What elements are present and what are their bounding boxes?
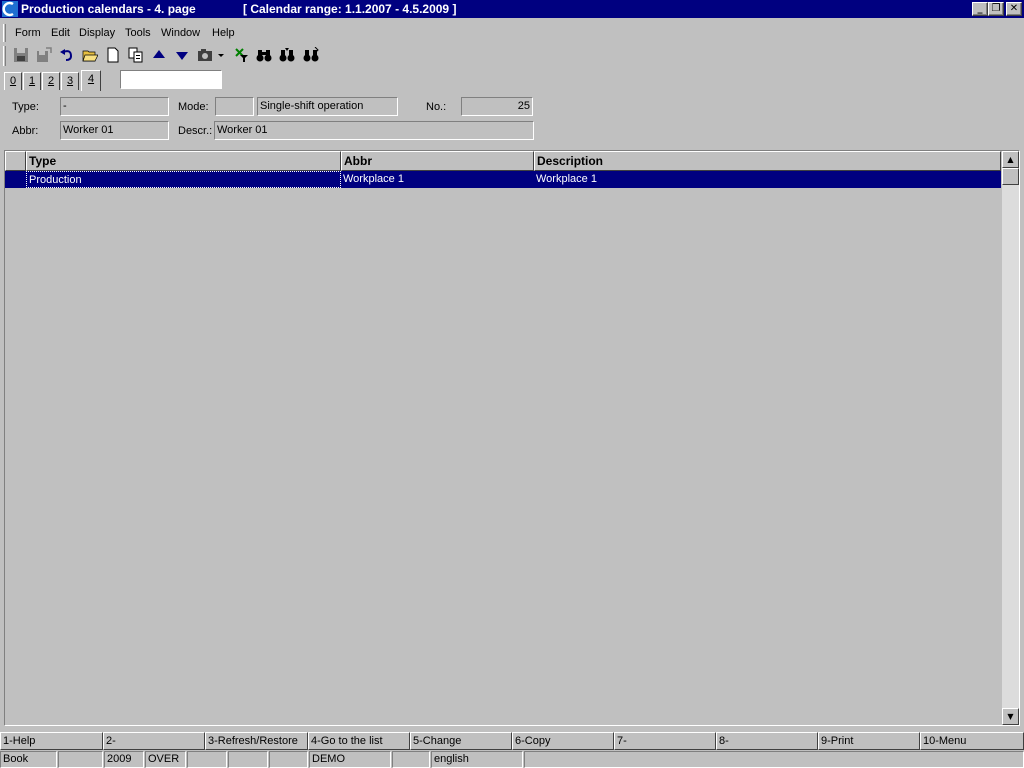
vertical-scrollbar[interactable]: ▲ ▼ <box>1002 151 1019 725</box>
menu-tools[interactable]: Tools <box>125 27 151 39</box>
scroll-up-icon[interactable]: ▲ <box>1002 151 1019 168</box>
function-key-bar: 1-Help 2- 3-Refresh/Restore 4-Go to the … <box>0 732 1024 750</box>
find-prev-icon[interactable] <box>302 46 320 65</box>
menu-edit[interactable]: Edit <box>51 27 70 39</box>
fkey-change[interactable]: 5-Change <box>410 732 512 750</box>
fkey-2[interactable]: 2- <box>103 732 205 750</box>
close-button[interactable]: ✕ <box>1006 2 1022 16</box>
mode-label: Mode: <box>178 101 209 113</box>
menu-bar: Form Edit Display Tools Window Help <box>0 22 1024 44</box>
menu-display[interactable]: Display <box>79 27 115 39</box>
header-form: Type: - Mode: Single-shift operation No.… <box>0 92 1024 148</box>
find-next-icon[interactable] <box>278 47 296 65</box>
status-panel-5 <box>187 751 227 768</box>
status-panel-6 <box>228 751 268 768</box>
page-tabs: 0 1 2 3 4 <box>0 68 1024 92</box>
fkey-refresh[interactable]: 3-Refresh/Restore <box>205 732 308 750</box>
open-folder-icon[interactable] <box>81 47 99 65</box>
menu-form[interactable]: Form <box>15 27 41 39</box>
table-row[interactable]: Production Workplace 1 Workplace 1 <box>5 171 1001 188</box>
status-panel-9 <box>392 751 430 768</box>
type-field[interactable]: - <box>60 97 169 116</box>
fkey-menu[interactable]: 10-Menu <box>920 732 1024 750</box>
descr-field[interactable]: Worker 01 <box>214 121 534 140</box>
app-icon[interactable] <box>2 1 18 17</box>
save-icon[interactable] <box>12 47 30 65</box>
filter-icon[interactable] <box>233 47 251 65</box>
tab-4[interactable]: 4 <box>81 70 101 91</box>
menu-help[interactable]: Help <box>212 27 235 39</box>
type-label: Type: <box>12 101 39 113</box>
undo-icon[interactable] <box>58 47 76 65</box>
copy-icon[interactable] <box>127 47 145 65</box>
tab-1[interactable]: 1 <box>23 72 41 90</box>
tab-search-input[interactable] <box>120 70 222 89</box>
number-label: No.: <box>426 101 447 113</box>
save-as-icon[interactable] <box>35 47 53 65</box>
toolbar <box>0 44 1024 68</box>
restore-button[interactable]: ❐ <box>988 2 1004 16</box>
data-grid: Type Abbr Description Production Workpla… <box>4 150 1020 726</box>
toolbar-grip <box>3 46 6 66</box>
arrow-up-icon[interactable] <box>150 47 168 65</box>
column-header-abbr[interactable]: Abbr <box>341 151 534 171</box>
abbr-field[interactable]: Worker 01 <box>60 121 169 140</box>
tab-2[interactable]: 2 <box>42 72 60 90</box>
descr-label: Descr.: <box>178 125 213 137</box>
binoculars-icon[interactable] <box>255 47 273 65</box>
camera-icon[interactable] <box>196 47 214 65</box>
row-header-corner[interactable] <box>5 151 26 171</box>
abbr-label: Abbr: <box>12 125 39 137</box>
status-bar: Book 2009 OVER DEMO english <box>0 751 1024 768</box>
tab-3[interactable]: 3 <box>61 72 79 90</box>
window-title: Production calendars - 4. page <box>21 2 196 16</box>
new-document-icon[interactable] <box>104 47 122 65</box>
mode-description-field: Single-shift operation <box>257 97 398 116</box>
minimize-button[interactable]: _ <box>972 2 988 16</box>
column-header-type[interactable]: Type <box>26 151 341 171</box>
status-panel-7 <box>269 751 308 768</box>
status-database: DEMO <box>309 751 391 768</box>
fkey-copy[interactable]: 6-Copy <box>512 732 614 750</box>
cell-description[interactable]: Workplace 1 <box>534 171 1001 188</box>
column-header-description[interactable]: Description <box>534 151 1001 171</box>
scroll-thumb[interactable] <box>1002 168 1019 185</box>
fkey-go-to-list[interactable]: 4-Go to the list <box>308 732 410 750</box>
fkey-8[interactable]: 8- <box>716 732 818 750</box>
scroll-down-icon[interactable]: ▼ <box>1002 708 1019 725</box>
fkey-help[interactable]: 1-Help <box>0 732 103 750</box>
cell-abbr[interactable]: Workplace 1 <box>341 171 534 188</box>
status-message <box>524 751 1024 768</box>
number-field[interactable]: 25 <box>461 97 533 116</box>
fkey-print[interactable]: 9-Print <box>818 732 920 750</box>
fkey-7[interactable]: 7- <box>614 732 716 750</box>
status-overwrite: OVER <box>145 751 186 768</box>
menu-window[interactable]: Window <box>161 27 200 39</box>
row-selector[interactable] <box>5 171 25 188</box>
status-panel-2 <box>58 751 103 768</box>
grid-header: Type Abbr Description <box>5 151 1001 171</box>
tab-0[interactable]: 0 <box>4 72 22 90</box>
arrow-down-icon[interactable] <box>173 47 191 65</box>
status-language: english <box>431 751 523 768</box>
status-book: Book <box>0 751 57 768</box>
menu-grip <box>3 24 6 42</box>
title-bar: Production calendars - 4. page [ Calenda… <box>0 0 1024 18</box>
dropdown-arrow-icon[interactable] <box>216 47 226 65</box>
cell-type[interactable]: Production <box>26 171 341 188</box>
mode-field[interactable] <box>215 97 254 116</box>
calendar-range: [ Calendar range: 1.1.2007 - 4.5.2009 ] <box>243 2 457 16</box>
status-year: 2009 <box>104 751 144 768</box>
